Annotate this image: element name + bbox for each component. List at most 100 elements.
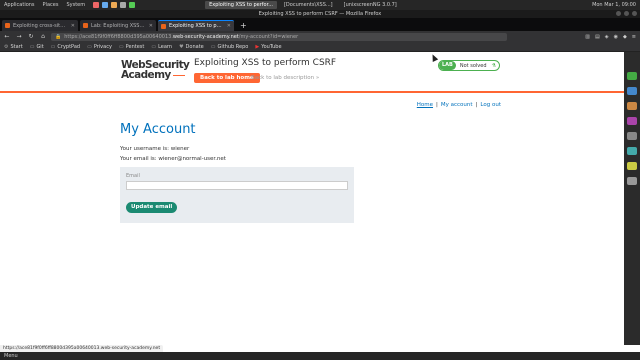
dock-app-icon[interactable] — [627, 72, 637, 80]
menu-hamburger-icon[interactable]: ≡ — [632, 34, 636, 40]
web-security-academy-logo[interactable]: WebSecurity Academy — [121, 60, 190, 81]
url-bar[interactable]: 🔒 https://ace81f9f0ff6ff8800d395a0064001… — [51, 32, 507, 41]
bookmark-label: YouTube — [261, 43, 282, 50]
tab-3-active[interactable]: Exploiting XSS to perfor ✕ — [158, 20, 234, 31]
heart-icon: ♥ — [179, 43, 184, 50]
launcher-icon[interactable] — [129, 2, 136, 8]
change-email-form: Email Update email — [120, 167, 354, 223]
bookmark-youtube[interactable]: ▶ YouTube — [255, 44, 281, 50]
new-tab-icon[interactable]: + — [236, 20, 251, 31]
lab-status-widget: LAB Not solved ⚗ — [438, 60, 500, 71]
launcher-icon[interactable] — [111, 2, 118, 8]
tab-strip: Exploiting cross-site scri ✕ Lab: Exploi… — [0, 18, 640, 31]
gear-icon: ⚙ — [4, 43, 9, 50]
url-host: web-security-academy.net — [172, 33, 239, 40]
logo-underline — [172, 74, 185, 76]
extension-icon[interactable]: ◆ — [623, 34, 627, 40]
bookmark-label: Donate — [185, 43, 204, 50]
dock-app-icon[interactable] — [627, 147, 637, 155]
bookmark-label: CryptPad — [57, 43, 81, 50]
url-suffix: /my-account?id=wiener — [238, 33, 299, 40]
portswigger-favicon-icon — [161, 23, 166, 29]
bookmark-donate[interactable]: ♥ Donate — [179, 44, 204, 50]
launcher-icon[interactable] — [93, 2, 100, 8]
bookmarks-toolbar: ⚙ Start ▭ Git ▭ CryptPad ▭ Privacy ▭ Pentest … — [0, 42, 640, 52]
start-menu-button[interactable]: Menu — [4, 353, 18, 359]
bookmark-github-repo[interactable]: ▭ Github Repo — [211, 44, 249, 50]
reload-icon[interactable]: ↻ — [27, 33, 35, 40]
desktop-dock — [624, 52, 640, 345]
back-to-lab-home-button[interactable]: Back to lab home — [194, 73, 260, 83]
os-bottom-panel: Menu — [0, 352, 640, 360]
close-tab-icon[interactable]: ✕ — [71, 23, 75, 29]
folder-icon: ▭ — [29, 43, 35, 50]
forward-arrow-icon[interactable]: → — [15, 33, 23, 40]
sidebar-icon[interactable]: ▤ — [595, 34, 600, 40]
menu-applications[interactable]: Applications — [4, 2, 35, 8]
dock-app-icon[interactable] — [627, 132, 637, 140]
email-input[interactable] — [126, 181, 348, 190]
my-account-link[interactable]: My account — [441, 102, 473, 108]
dock-app-icon[interactable] — [627, 117, 637, 125]
log-out-link[interactable]: Log out — [480, 102, 501, 108]
launcher-icon[interactable] — [102, 2, 109, 8]
update-email-button[interactable]: Update email — [126, 202, 178, 213]
dock-app-icon[interactable] — [627, 102, 637, 110]
bookmark-label: Start — [10, 43, 23, 50]
logo-line-2: Academy — [121, 69, 171, 81]
clock: Mon Mar 1, 09:00 — [592, 2, 636, 8]
bookmark-git[interactable]: ▭ Git — [30, 44, 44, 50]
tab-label: Lab: Exploiting XSS to pe — [91, 22, 146, 29]
account-nav: Home | My account | Log out — [417, 102, 501, 108]
tab-2[interactable]: Lab: Exploiting XSS to pe ✕ — [80, 20, 156, 31]
close-tab-icon[interactable]: ✕ — [149, 23, 153, 29]
lab-status-text: Not solved — [459, 62, 487, 69]
username-text: Your username is: wiener — [120, 146, 190, 152]
extension-icon[interactable]: ◉ — [614, 34, 618, 40]
dock-app-icon[interactable] — [627, 87, 637, 95]
extension-icon[interactable]: ◈ — [605, 34, 609, 40]
bookmark-label: Pentest — [125, 43, 145, 50]
status-bar-url: https://ace81f9f0ff6ff8800d395a00640013.… — [0, 345, 164, 352]
close-icon[interactable] — [632, 11, 637, 16]
home-link[interactable]: Home — [417, 102, 433, 108]
close-tab-icon[interactable]: ✕ — [227, 23, 231, 29]
folder-icon: ▭ — [210, 43, 216, 50]
back-arrow-icon[interactable]: ← — [3, 33, 11, 40]
folder-icon: ▭ — [118, 43, 124, 50]
bookmark-label: Learn — [158, 43, 173, 50]
bookmark-pentest[interactable]: ▭ Pentest — [119, 44, 144, 50]
bookmark-start[interactable]: ⚙ Start — [4, 44, 23, 50]
bookmark-label: Git — [36, 43, 44, 50]
back-to-lab-description-link[interactable]: Back to lab description » — [251, 73, 319, 83]
bookmark-label: Privacy — [93, 43, 112, 50]
folder-icon: ▭ — [87, 43, 92, 50]
taskbar-window-documents[interactable]: [Documents\XSS...] — [280, 1, 337, 9]
bookmark-learn[interactable]: ▭ Learn — [151, 44, 172, 50]
home-icon[interactable]: ⌂ — [39, 33, 47, 40]
youtube-icon: ▶ — [255, 43, 260, 50]
tab-1[interactable]: Exploiting cross-site scri ✕ — [2, 20, 78, 31]
tab-label: Exploiting cross-site scri — [13, 22, 68, 29]
dock-app-icon[interactable] — [627, 177, 637, 185]
lab-badge: LAB — [439, 61, 456, 70]
page-title: My Account — [120, 122, 196, 137]
taskbar-window-terminal[interactable]: [unixscreenNG 3.0.7] — [340, 1, 401, 9]
navigation-toolbar: ← → ↻ ⌂ 🔒 https://ace81f9f0ff6ff8800d395… — [0, 31, 640, 42]
tab-label: Exploiting XSS to perfor — [169, 23, 224, 29]
menu-system[interactable]: System — [66, 2, 85, 8]
bookmark-label: Github Repo — [217, 43, 249, 50]
window-titlebar: Exploiting XSS to perform CSRF — Mozilla… — [0, 10, 640, 18]
library-icon[interactable]: ▥ — [585, 34, 590, 40]
folder-icon: ▭ — [50, 43, 56, 50]
minimize-icon[interactable] — [616, 11, 621, 16]
lock-icon[interactable]: 🔒 — [55, 34, 61, 40]
launcher-icon[interactable] — [120, 2, 127, 8]
bookmark-privacy[interactable]: ▭ Privacy — [87, 44, 112, 50]
bookmark-cryptpad[interactable]: ▭ CryptPad — [51, 44, 80, 50]
maximize-icon[interactable] — [624, 11, 629, 16]
menu-places[interactable]: Places — [43, 2, 59, 8]
flask-icon: ⚗ — [491, 62, 496, 69]
taskbar-window-firefox[interactable]: Exploiting XSS to perfor... — [205, 1, 277, 9]
dock-app-icon[interactable] — [627, 162, 637, 170]
